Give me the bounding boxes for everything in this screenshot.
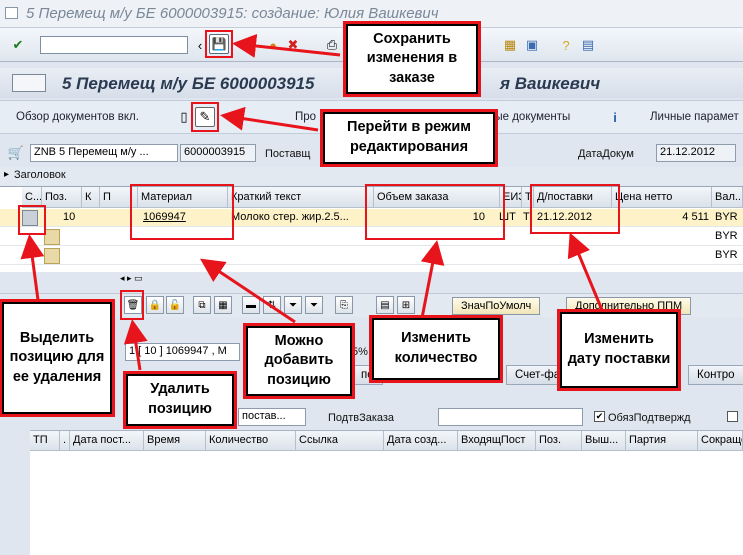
- qty-highlight: [365, 184, 505, 240]
- checkbox[interactable]: [727, 411, 738, 422]
- filter2-icon[interactable]: ⏷: [305, 296, 323, 314]
- callout-qty: Изменить количество: [369, 315, 503, 383]
- detail-icon[interactable]: ▦: [214, 296, 232, 314]
- window-title: 5 Перемещ м/у БЕ 6000003915: создание: Ю…: [26, 5, 439, 22]
- row-selector[interactable]: [44, 229, 60, 245]
- overview-button[interactable]: Обзор документов вкл.: [16, 111, 139, 123]
- callout-edit: Перейти в режим редактирования: [320, 109, 498, 167]
- confirmation-table: ТП . Дата пост... Время Количество Ссылк…: [30, 430, 743, 555]
- expand-icon[interactable]: ▸: [4, 169, 9, 180]
- currency-cell: BYR: [715, 211, 738, 223]
- delete-highlight: [120, 290, 144, 320]
- confirm-label: ПодтвЗаказа: [328, 412, 395, 424]
- required-label: ОбязПодтвержд: [608, 412, 691, 424]
- filter-icon[interactable]: ⏷: [284, 296, 302, 314]
- other-icon[interactable]: ⚙: [222, 107, 242, 127]
- required-checkbox[interactable]: ✔: [594, 411, 605, 422]
- date-label: ДатаДокум: [578, 148, 634, 160]
- pro-button[interactable]: Про: [295, 111, 316, 123]
- col-header[interactable]: Цена нетто: [612, 187, 712, 208]
- supplier-label: Поставщ: [265, 148, 311, 160]
- header-section-label: Заголовок: [14, 169, 66, 181]
- sort-icon[interactable]: ⇅: [263, 296, 281, 314]
- col-header[interactable]: Дата пост...: [70, 431, 144, 451]
- settings-icon[interactable]: ▤: [578, 35, 598, 55]
- col-header[interactable]: Вал...: [712, 187, 743, 208]
- col-header[interactable]: К: [82, 187, 100, 208]
- save-highlight: [205, 30, 233, 58]
- col-header[interactable]: Количество: [206, 431, 296, 451]
- col-header[interactable]: .: [60, 431, 70, 451]
- row-selector[interactable]: [44, 248, 60, 264]
- shortcut-icon[interactable]: ▣: [522, 35, 542, 55]
- tree-icon[interactable]: ⊞: [397, 296, 415, 314]
- doc-icon[interactable]: ⎘: [335, 296, 353, 314]
- price-cell: 4 511: [682, 211, 709, 223]
- supplier-dropdown[interactable]: постав...: [238, 408, 306, 426]
- col-header[interactable]: Выш...: [582, 431, 626, 451]
- select-highlight: [18, 205, 46, 235]
- list-icon[interactable]: ▤: [376, 296, 394, 314]
- doctype-select[interactable]: ZNB 5 Перемещ м/у ...: [30, 144, 178, 162]
- callout-select: Выделить позицию для ее удаления: [0, 299, 115, 417]
- tab-control[interactable]: Контро: [688, 365, 743, 385]
- edit-highlight: [191, 102, 219, 132]
- date-highlight: [530, 184, 620, 234]
- cancel-icon[interactable]: ✖: [283, 35, 303, 55]
- col-header[interactable]: ВходящПост: [458, 431, 536, 451]
- print-icon[interactable]: ⎙: [322, 35, 342, 55]
- unlock-icon[interactable]: 🔓: [166, 296, 184, 314]
- col-header[interactable]: Партия: [626, 431, 698, 451]
- cart-icon: 🛒: [7, 145, 25, 160]
- col-header[interactable]: Краткий текст: [228, 187, 374, 208]
- currency-cell: BYR: [715, 249, 738, 261]
- page-title-tail: я Вашкевич: [500, 74, 601, 93]
- info-icon[interactable]: i: [605, 107, 625, 127]
- item-selector[interactable]: 1 [ 10 ] 1069947 , М: [125, 343, 240, 361]
- callout-add: Можно добавить позицию: [243, 323, 355, 399]
- currency-cell: BYR: [715, 230, 738, 242]
- page-title: 5 Перемещ м/у БЕ 6000003915: [62, 74, 315, 93]
- window-icon: [5, 7, 18, 19]
- callout-date: Изменить дату поставки: [557, 309, 681, 391]
- copy-icon[interactable]: ⧉: [193, 296, 211, 314]
- header-section[interactable]: ▸ Заголовок: [0, 167, 743, 185]
- material-highlight: [130, 184, 234, 240]
- pos-cell: 10: [63, 211, 76, 223]
- percent-label: 5%: [352, 346, 368, 358]
- table-row[interactable]: BYR: [0, 247, 743, 265]
- command-field[interactable]: [40, 36, 188, 54]
- col-header[interactable]: Поз.: [536, 431, 582, 451]
- insert-icon[interactable]: ▬: [242, 296, 260, 314]
- confirm-input[interactable]: [438, 408, 583, 426]
- help-icon[interactable]: ?: [556, 35, 576, 55]
- col-header[interactable]: ТП: [30, 431, 60, 451]
- menu-icon[interactable]: [12, 74, 46, 92]
- exit-icon[interactable]: ●: [263, 35, 283, 55]
- lock-icon[interactable]: 🔒: [146, 296, 164, 314]
- col-header[interactable]: Ссылка: [296, 431, 384, 451]
- date-field: 21.12.2012: [656, 144, 736, 162]
- callout-delete: Удалить позицию: [123, 371, 237, 429]
- enter-check-icon[interactable]: ✔: [8, 35, 28, 55]
- default-values-button[interactable]: ЗначПоУмолч: [452, 297, 541, 315]
- personal-settings-button[interactable]: Личные парамет: [650, 111, 739, 123]
- documents-button[interactable]: ные документы: [488, 111, 570, 123]
- back-icon[interactable]: ●: [243, 35, 263, 55]
- col-header[interactable]: Дата созд...: [384, 431, 458, 451]
- callout-save: Сохранить изменения в заказе: [343, 21, 481, 97]
- col-header[interactable]: Поз.: [42, 187, 82, 208]
- docnum-field: 6000003915: [180, 144, 256, 162]
- horizontal-scrollbar[interactable]: ◂ ▸ ▭: [120, 273, 172, 285]
- layout-icon[interactable]: ▦: [500, 35, 520, 55]
- text-cell: Молоко стер. жир.2.5...: [231, 211, 349, 223]
- col-header[interactable]: Сокраще: [698, 431, 743, 451]
- col-header[interactable]: Время: [144, 431, 206, 451]
